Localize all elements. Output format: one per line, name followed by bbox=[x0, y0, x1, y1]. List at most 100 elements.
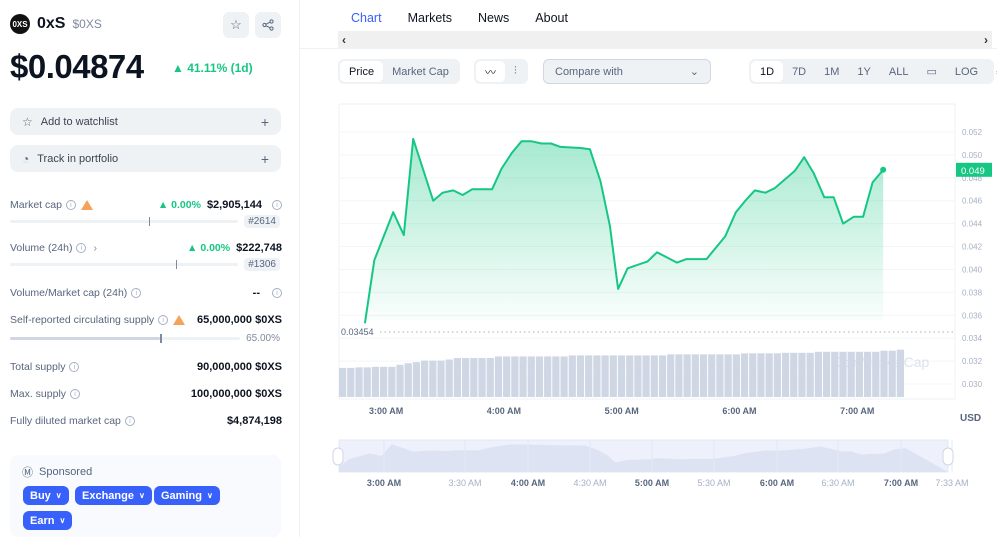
calendar-button[interactable]: ▭ bbox=[917, 61, 945, 82]
navigator-handle-right[interactable] bbox=[942, 447, 954, 466]
info-icon[interactable]: i bbox=[131, 288, 142, 298]
coin-symbol: $0XS bbox=[72, 17, 102, 31]
compare-label: Compare with bbox=[555, 65, 623, 78]
chevron-down-icon: ∨ bbox=[138, 491, 145, 500]
market-cap-toggle[interactable]: Market Cap bbox=[383, 61, 458, 82]
chart-type-toggle: Price Market Cap bbox=[338, 59, 460, 84]
info-icon[interactable]: i bbox=[65, 200, 76, 210]
share-button[interactable] bbox=[255, 12, 281, 38]
scroll-right-icon[interactable]: › bbox=[984, 33, 988, 47]
navigator-tick-label: 7:33 AM bbox=[935, 478, 968, 488]
total-supply-label: Total supply bbox=[10, 361, 66, 373]
buy-chip[interactable]: Buy ∨ bbox=[23, 486, 69, 505]
circ-supply-value: 65,000,000 $0XS bbox=[196, 314, 282, 326]
gaming-chip[interactable]: Gaming ∨ bbox=[154, 486, 220, 505]
sponsored-panel: Ⓜ Sponsored Buy ∨ Exchange ∨ Gaming ∨ Earn ∨ bbox=[10, 455, 281, 537]
range-1m[interactable]: 1M bbox=[815, 61, 848, 82]
max-supply-value: 100,000,000 $0XS bbox=[190, 388, 282, 400]
volume-bar bbox=[347, 367, 355, 397]
market-cap-rank-bar bbox=[10, 217, 238, 226]
x-tick-label: 4:00 AM bbox=[487, 406, 521, 416]
chip-label: Exchange bbox=[82, 489, 134, 502]
volume-bar bbox=[462, 358, 470, 397]
vol-mcap-value: -- bbox=[252, 287, 260, 299]
volume-bar bbox=[699, 354, 708, 397]
track-portfolio-button[interactable]: ◔ Track in portfolio + bbox=[10, 145, 281, 172]
warning-icon[interactable] bbox=[173, 315, 186, 325]
circ-supply-label: Self-reported circulating supply bbox=[10, 314, 155, 326]
y-tick-label: 0.038 bbox=[962, 288, 983, 297]
scroll-left-icon[interactable]: ‹ bbox=[342, 33, 346, 47]
volume-bar bbox=[478, 358, 486, 397]
range-1y[interactable]: 1Y bbox=[848, 61, 879, 82]
chevron-down-icon: ⌄ bbox=[689, 66, 699, 78]
price-chart[interactable]: 0.03454 CoinMarketCap 3:00 AM 4:00 AM 5:00… bbox=[300, 97, 997, 537]
portfolio-label: Track in portfolio bbox=[37, 152, 119, 165]
volume-bar bbox=[749, 353, 757, 397]
tab-about[interactable]: About bbox=[522, 0, 581, 34]
earn-chip[interactable]: Earn ∨ bbox=[23, 511, 73, 530]
market-cap-change: ▲ 0.00% bbox=[157, 199, 201, 211]
open-price-label: 0.03454 bbox=[341, 327, 374, 337]
navigator-tick-label: 6:30 AM bbox=[821, 478, 854, 488]
volume-bar bbox=[609, 355, 617, 397]
volume-bar bbox=[708, 354, 716, 397]
max-supply-row: Max. supply i 100,000,000 $0XS bbox=[10, 388, 282, 400]
line-chart-button[interactable]: 〰 bbox=[476, 61, 505, 82]
star-button[interactable]: ☆ bbox=[223, 12, 249, 38]
coin-sidebar: 0XS 0xS $0XS ☆ $0.04874 ▲ 41.11% (1d) ☆ … bbox=[0, 0, 300, 537]
add-to-watchlist-button[interactable]: ☆ Add to watchlist + bbox=[10, 108, 281, 135]
tab-chart[interactable]: Chart bbox=[338, 0, 395, 34]
exchange-chip[interactable]: Exchange ∨ bbox=[75, 486, 152, 505]
fdmc-value: $4,874,198 bbox=[226, 415, 282, 427]
market-cap-value: $2,905,144 bbox=[206, 199, 262, 211]
tab-markets[interactable]: Markets bbox=[395, 0, 465, 34]
x-tick-label: 5:00 AM bbox=[605, 406, 639, 416]
volume-bar bbox=[355, 367, 363, 397]
volume-bar bbox=[781, 352, 790, 397]
volume-bar bbox=[412, 362, 421, 397]
coin-header: 0XS 0xS $0XS bbox=[10, 14, 102, 34]
tab-news[interactable]: News bbox=[465, 0, 522, 34]
info-icon[interactable]: i bbox=[76, 243, 87, 253]
range-all[interactable]: ALL bbox=[880, 61, 918, 82]
range-1d[interactable]: 1D bbox=[751, 61, 784, 82]
volume-rank: #1306 bbox=[244, 258, 280, 271]
info-icon[interactable]: i bbox=[158, 315, 169, 325]
price-area bbox=[364, 138, 884, 324]
chip-label: Gaming bbox=[161, 489, 202, 502]
volume-bar bbox=[716, 354, 724, 397]
info-icon[interactable]: i bbox=[272, 288, 282, 298]
vol-mcap-row: Volume/Market cap (24h) i -- i bbox=[10, 287, 282, 299]
volume-bar bbox=[363, 367, 371, 397]
volume-bar bbox=[568, 355, 576, 397]
volume-bar bbox=[601, 355, 609, 397]
info-icon[interactable]: i bbox=[272, 200, 282, 210]
coin-name: 0xS bbox=[37, 15, 66, 32]
volume-bar bbox=[724, 354, 732, 397]
info-icon[interactable]: i bbox=[124, 416, 135, 426]
volume-bar bbox=[822, 351, 831, 397]
info-icon[interactable]: i bbox=[69, 362, 80, 372]
volume-bar bbox=[642, 355, 650, 397]
download-button[interactable]: ⤓ bbox=[987, 61, 997, 82]
warning-icon[interactable] bbox=[80, 200, 93, 210]
price-toggle[interactable]: Price bbox=[340, 61, 384, 82]
info-icon[interactable]: i bbox=[70, 389, 81, 399]
log-button[interactable]: LOG bbox=[946, 61, 987, 82]
range-7d[interactable]: 7D bbox=[783, 61, 815, 82]
volume-bar bbox=[437, 360, 445, 397]
star-icon: ☆ bbox=[230, 17, 242, 32]
market-cap-label: Market cap bbox=[10, 199, 62, 211]
tab-scrollbar[interactable]: ‹ › bbox=[338, 31, 992, 48]
volume-bar bbox=[691, 354, 699, 397]
volume-bar bbox=[790, 352, 798, 397]
chevron-right-icon[interactable]: › bbox=[93, 242, 97, 254]
compare-with-dropdown[interactable]: Compare with ⌄ bbox=[543, 59, 711, 84]
candlestick-button[interactable]: ⫶ bbox=[505, 61, 526, 82]
volume-bar bbox=[626, 355, 634, 397]
volume-label: Volume (24h) bbox=[10, 242, 73, 254]
volume-bar bbox=[814, 351, 822, 397]
navigator-tick-label: 5:00 AM bbox=[635, 478, 669, 488]
navigator-handle-left[interactable] bbox=[332, 447, 344, 466]
